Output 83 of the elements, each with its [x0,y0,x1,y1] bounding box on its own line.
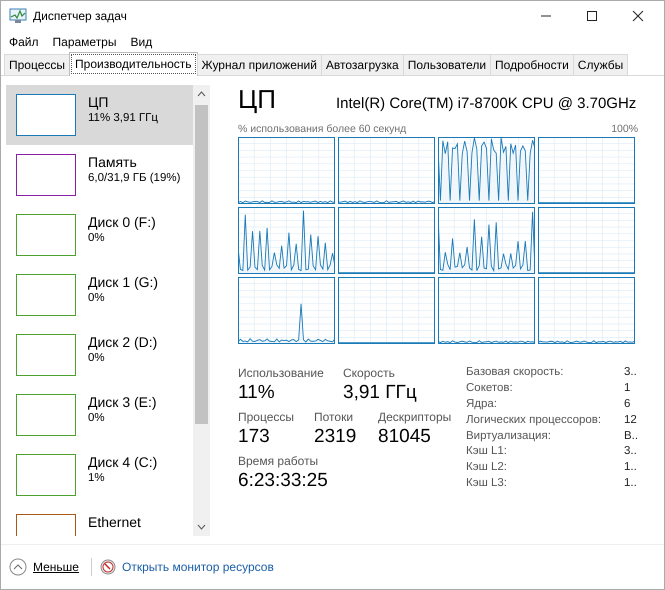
item-subtitle: 0% [88,292,106,304]
graph-caption: % использования более 60 секунд [238,123,406,135]
mini-graph [16,94,76,136]
task-manager-icon [9,8,27,24]
sidebar-item[interactable]: Ethernet [6,505,193,536]
info-label: Ядра: [466,398,498,412]
scrollbar[interactable] [193,85,210,536]
tab[interactable]: Пользователи [402,54,492,75]
mini-graph [16,454,76,496]
info-value: 1 [624,382,632,396]
sidebar-item[interactable]: Диск 1 (G:) 0% [6,265,193,325]
menu-item[interactable]: Файл [9,35,39,49]
mini-graph [16,274,76,316]
stat-value: 2319 [314,426,358,448]
sidebar-item[interactable]: Диск 3 (E:) 0% [6,385,193,445]
item-subtitle: 1% [88,472,106,484]
item-title: Диск 4 (C:) [88,454,158,470]
stat-label: Время работы [238,454,320,468]
item-subtitle: 11% 3,91 ГГц [88,112,158,124]
info-label: Кэш L2: [466,461,508,476]
item-title: Диск 1 (G:) [88,274,158,290]
info-label: Виртуализация: [466,430,552,444]
info-value: В.. [624,430,638,444]
tab[interactable]: Автозагрузка [320,54,404,75]
mini-graph [16,394,76,436]
stat-label: Дескрипторы [378,410,452,424]
tab[interactable]: Процессы [4,54,70,75]
info-label: Базовая скорость: [466,366,564,380]
item-title: Память [88,154,138,170]
stat-label: Скорость [343,366,396,380]
info-value: 6 [624,398,632,412]
sidebar-item[interactable]: ЦП 11% 3,91 ГГц [6,85,193,145]
collapse-icon[interactable] [9,558,27,576]
item-title: Диск 0 (F:) [88,214,156,230]
tab[interactable]: Службы [572,54,628,75]
stat-label: Использование [238,366,325,380]
panel-title: ЦП [238,84,277,115]
stat-value: 6:23:33:25 [238,470,329,492]
item-subtitle: 0% [88,352,106,364]
stat-value: 11% [238,382,276,404]
sidebar-item[interactable]: Диск 4 (C:) 1% [6,445,193,505]
item-title: Ethernet [88,514,141,530]
graph-max-label: 100% [611,123,638,135]
info-value: 3.. [624,445,638,460]
info-label: Кэш L1: [466,445,508,460]
mini-graph [16,154,76,196]
info-value: 12 [624,414,638,428]
sidebar-item[interactable]: Диск 0 (F:) 0% [6,205,193,265]
info-value: 1.. [624,461,638,476]
tab[interactable]: Производительность [69,52,198,76]
scroll-up-icon[interactable] [197,91,206,97]
info-value: 3.. [624,366,638,380]
info-value: 1.. [624,477,638,492]
item-subtitle: 6,0/31,9 ГБ (19%) [88,172,180,184]
tab[interactable]: Подробности [490,54,574,75]
window-title: Диспетчер задач [33,9,127,23]
item-title: Диск 2 (D:) [88,334,158,350]
scroll-down-icon[interactable] [197,524,206,530]
item-title: Диск 3 (E:) [88,394,157,410]
fewer-details-link[interactable]: Меньше [33,560,79,574]
stat-label: Процессы [238,410,296,424]
scrollbar-thumb[interactable] [195,105,208,424]
stat-value: 3,91 ГГц [343,382,417,404]
menu-item[interactable]: Вид [130,35,152,49]
menu-item[interactable]: Параметры [52,35,116,49]
info-label: Сокетов: [466,382,514,396]
cpu-model: Intel(R) Core(TM) i7-8700K CPU @ 3.70GHz [336,95,636,112]
sidebar-item[interactable]: Память 6,0/31,9 ГБ (19%) [6,145,193,205]
resource-monitor-link[interactable]: Открыть монитор ресурсов [122,560,274,574]
stat-value: 81045 [378,426,432,448]
sidebar-item[interactable]: Диск 2 (D:) 0% [6,325,193,385]
stat-label: Потоки [314,410,354,424]
item-subtitle: 0% [88,412,106,424]
close-icon[interactable] [632,10,644,22]
stat-value: 173 [238,426,271,448]
tab[interactable]: Журнал приложений [196,54,322,75]
mini-graph [16,214,76,256]
maximize-icon[interactable] [586,10,598,22]
info-label: Кэш L3: [466,477,508,492]
info-label: Логических процессоров: [466,414,602,428]
item-subtitle: 0% [88,232,106,244]
item-title: ЦП [88,94,110,110]
mini-graph [16,334,76,376]
